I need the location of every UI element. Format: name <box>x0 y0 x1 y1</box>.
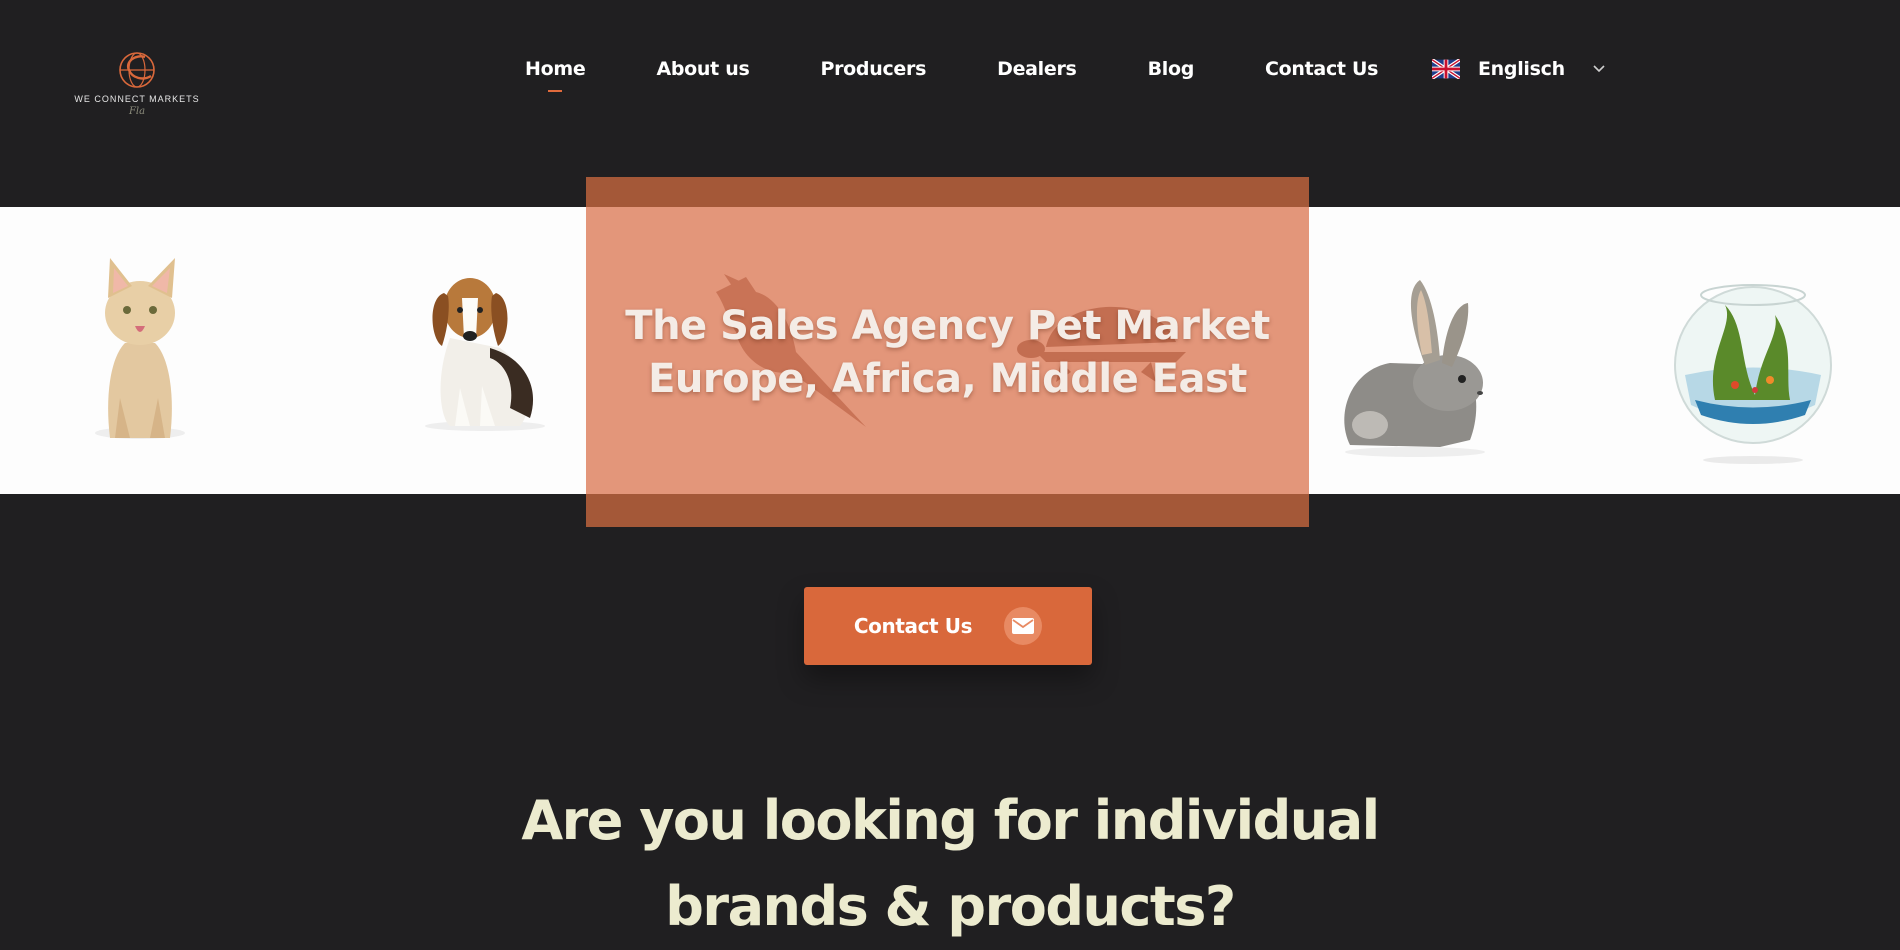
site-logo[interactable]: WE CONNECT MARKETS Fla <box>74 48 200 136</box>
chevron-down-icon <box>1593 65 1605 73</box>
nav-item-blog[interactable]: Blog <box>1148 58 1195 80</box>
nav-item-home[interactable]: Home <box>525 58 586 80</box>
nav-item-about-us[interactable]: About us <box>656 58 749 80</box>
logo-text: WE CONNECT MARKETS <box>74 94 200 104</box>
language-selector[interactable]: Englisch <box>1432 58 1605 80</box>
nav-item-producers[interactable]: Producers <box>820 58 926 80</box>
fishbowl-image <box>1674 284 1832 464</box>
nav-item-contact-us[interactable]: Contact Us <box>1265 58 1378 80</box>
contact-us-button[interactable]: Contact Us <box>804 587 1092 665</box>
hero-title-line-2: Europe, Africa, Middle East <box>648 356 1247 402</box>
rabbit-image <box>1344 280 1485 457</box>
headline-line-2: brands & products? <box>665 875 1236 938</box>
kitten-image <box>95 258 185 439</box>
envelope-icon <box>1004 607 1043 645</box>
nav-item-dealers[interactable]: Dealers <box>997 58 1077 80</box>
logo-signature: Fla <box>128 106 146 117</box>
beagle-image <box>425 278 545 431</box>
headline-line-1: Are you looking for individual <box>521 789 1380 852</box>
hero-title: The Sales Agency Pet Market Europe, Afri… <box>586 300 1309 406</box>
globe-logo-icon <box>119 52 155 88</box>
main-nav: Home About us Producers Dealers Blog Con… <box>525 58 1378 80</box>
section-headline: Are you looking for individual brands & … <box>450 778 1450 950</box>
uk-flag-icon <box>1432 59 1460 79</box>
hero-title-line-1: The Sales Agency Pet Market <box>625 303 1270 349</box>
contact-us-button-label: Contact Us <box>853 614 973 638</box>
language-label: Englisch <box>1478 58 1565 80</box>
